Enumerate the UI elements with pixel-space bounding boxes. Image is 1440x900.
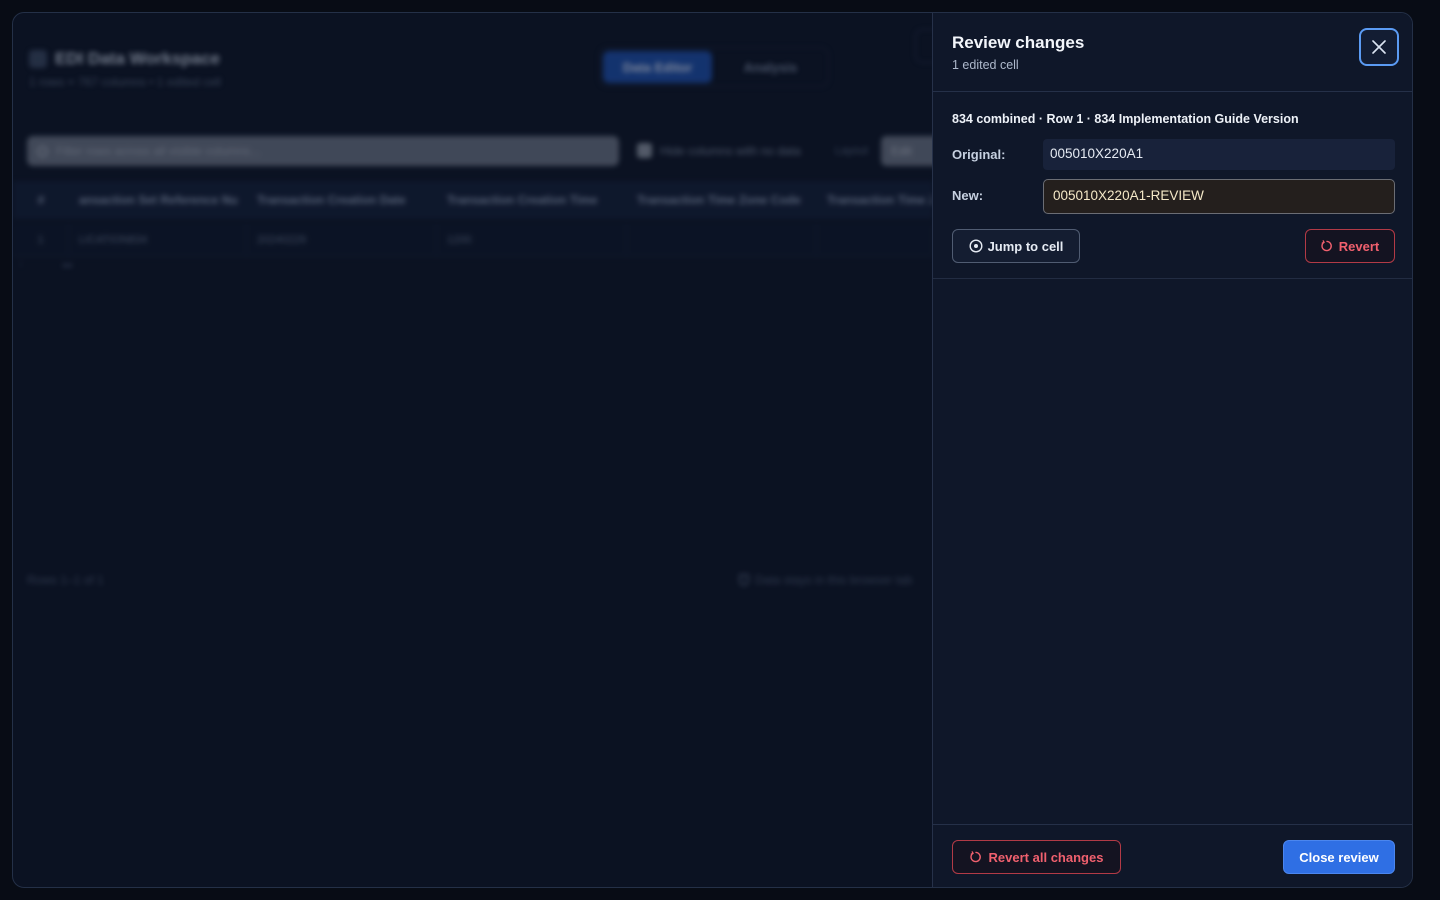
column-header[interactable]: Transaction Creation Time — [437, 193, 627, 207]
table-cell[interactable]: 1200 — [437, 223, 627, 256]
drawer-subtitle: 1 edited cell — [952, 58, 1019, 72]
tab-analysis[interactable]: Analysis — [716, 51, 825, 83]
search-icon — [37, 145, 48, 157]
revert-label: Revert — [1338, 238, 1380, 254]
table-cell[interactable] — [627, 223, 817, 256]
undo-icon — [1321, 240, 1333, 252]
drawer-footer: Revert all changes Close review — [933, 824, 1412, 887]
horizontal-scrollbar[interactable]: ‹ ▬ — [19, 259, 72, 270]
hide-empty-checkbox[interactable] — [637, 143, 652, 158]
table-cell[interactable] — [817, 223, 933, 256]
shield-icon — [739, 574, 749, 586]
hide-empty-columns-toggle[interactable]: Hide columns with no data — [637, 143, 801, 158]
scroll-thumb-icon: ▬ — [62, 259, 73, 270]
drawer-title: Review changes — [952, 33, 1085, 52]
tab-data-editor[interactable]: Data Editor — [603, 51, 712, 83]
change-heading: 834 combined · Row 1 · 834 Implementatio… — [952, 112, 1299, 126]
workspace-title: EDI Data Workspace — [55, 49, 221, 68]
table-header: # ansaction Set Reference Nu Transaction… — [13, 181, 933, 219]
close-review-button[interactable]: Close review — [1283, 840, 1395, 874]
close-drawer-button[interactable] — [1359, 28, 1399, 66]
search-placeholder: Filter rows across all visible columns..… — [56, 144, 261, 158]
layout-label: Layout — [835, 145, 869, 157]
original-label: Original: — [952, 147, 1006, 162]
workspace-tabs: Data Editor Analysis — [599, 47, 829, 87]
hide-empty-label: Hide columns with no data — [660, 143, 801, 158]
change-item: 834 combined · Row 1 · 834 Implementatio… — [933, 93, 1412, 279]
app-window: EDI Data Workspace 1 rows × 767 columns … — [12, 12, 1413, 888]
workspace-title-row: EDI Data Workspace — [29, 49, 220, 69]
table-cell[interactable]: 20240229 — [247, 223, 437, 256]
workspace-background: EDI Data Workspace 1 rows × 767 columns … — [13, 13, 945, 887]
privacy-note-text: Data stays in this browser tab — [755, 573, 913, 587]
table-cell[interactable]: 1 — [13, 223, 69, 256]
jump-to-cell-button[interactable]: Jump to cell — [952, 229, 1080, 263]
workspace-logo-icon — [29, 50, 47, 68]
table-cell[interactable]: LICATION834 — [69, 223, 247, 256]
rows-count: Rows 1–1 of 1 — [27, 573, 104, 587]
target-icon — [969, 239, 983, 253]
revert-all-changes-button[interactable]: Revert all changes — [952, 840, 1121, 874]
column-header[interactable]: Transaction Time Z — [817, 193, 933, 207]
workspace-subtitle: 1 rows × 767 columns • 1 edited cell — [29, 75, 221, 89]
jump-to-cell-label: Jump to cell — [987, 238, 1064, 254]
column-header[interactable]: Transaction Time Zone Code — [627, 193, 817, 207]
new-value-field[interactable]: 005010X220A1-REVIEW — [1043, 179, 1395, 214]
privacy-note: Data stays in this browser tab — [739, 573, 912, 587]
revert-button[interactable]: Revert — [1305, 229, 1395, 263]
drawer-header: Review changes 1 edited cell — [933, 13, 1412, 92]
new-label: New: — [952, 188, 984, 203]
column-header[interactable]: ansaction Set Reference Nu — [69, 193, 247, 207]
table-row[interactable]: 1 LICATION834 20240229 1200 — [13, 223, 933, 257]
search-input[interactable]: Filter rows across all visible columns..… — [27, 136, 619, 166]
review-changes-drawer: Review changes 1 edited cell 834 combine… — [932, 13, 1412, 887]
close-icon — [1372, 40, 1386, 54]
column-header[interactable]: Transaction Creation Date — [247, 193, 437, 207]
original-value: 005010X220A1 — [1043, 139, 1395, 170]
scroll-left-icon: ‹ — [19, 259, 23, 270]
column-header-index[interactable]: # — [13, 193, 69, 207]
revert-all-label: Revert all changes — [988, 849, 1104, 865]
undo-icon — [969, 851, 982, 863]
